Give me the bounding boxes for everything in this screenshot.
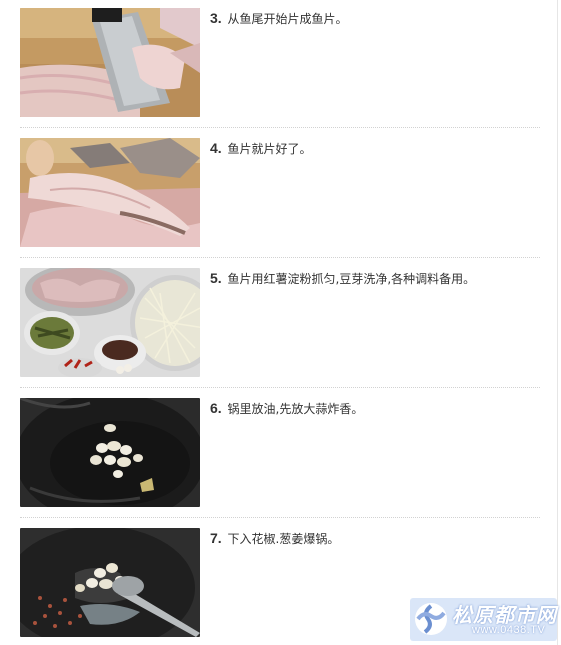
step-number: 3. <box>210 10 222 26</box>
right-border-line <box>557 0 558 645</box>
recipe-step: 5. 鱼片用红薯淀粉抓匀,豆芽洗净,各种调料备用。 <box>20 268 540 378</box>
step-divider <box>20 127 540 128</box>
step-divider <box>20 257 540 258</box>
step-number: 4. <box>210 140 222 156</box>
step-number: 6. <box>210 400 222 416</box>
step-photo[interactable] <box>20 138 200 247</box>
step-description: 鱼片用红薯淀粉抓匀,豆芽洗净,各种调料备用。 <box>227 272 476 286</box>
step-photo[interactable] <box>20 8 200 117</box>
step-divider <box>20 387 540 388</box>
step-description: 从鱼尾开始片成鱼片。 <box>227 12 348 26</box>
step-text: 5. 鱼片用红薯淀粉抓匀,豆芽洗净,各种调料备用。 <box>210 269 540 288</box>
watermark-url: www.0438.TV <box>472 624 546 636</box>
step-divider <box>20 517 540 518</box>
step-photo[interactable] <box>20 398 200 507</box>
site-watermark: 松原都市网 www.0438.TV <box>410 598 557 641</box>
recipe-step: 4. 鱼片就片好了。 <box>20 138 540 248</box>
step-number: 5. <box>210 270 222 286</box>
step-text: 6. 锅里放油,先放大蒜炸香。 <box>210 399 540 418</box>
step-number: 7. <box>210 530 222 546</box>
step-description: 鱼片就片好了。 <box>227 142 312 156</box>
watermark-logo-icon <box>415 603 447 635</box>
step-text: 3. 从鱼尾开始片成鱼片。 <box>210 9 540 28</box>
recipe-step: 3. 从鱼尾开始片成鱼片。 <box>20 8 540 118</box>
step-description: 锅里放油,先放大蒜炸香。 <box>227 402 364 416</box>
step-photo[interactable] <box>20 268 200 377</box>
step-text: 4. 鱼片就片好了。 <box>210 139 540 158</box>
recipe-step: 6. 锅里放油,先放大蒜炸香。 <box>20 398 540 508</box>
step-photo[interactable] <box>20 528 200 637</box>
step-text: 7. 下入花椒.葱姜爆锅。 <box>210 529 540 548</box>
step-description: 下入花椒.葱姜爆锅。 <box>227 532 340 546</box>
